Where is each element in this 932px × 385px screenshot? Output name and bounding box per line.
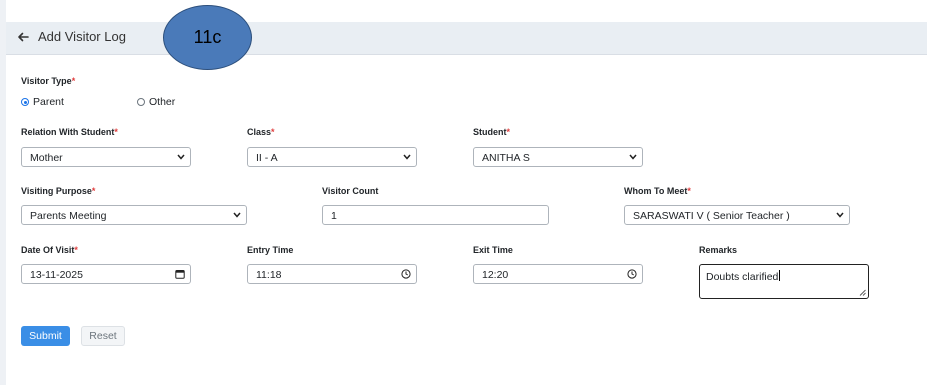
back-arrow-icon[interactable]: [15, 29, 31, 45]
chevron-down-icon: [403, 154, 411, 160]
radio-parent-button[interactable]: [21, 98, 29, 106]
class-select[interactable]: II - A: [247, 147, 417, 167]
whom-to-meet-select[interactable]: SARASWATI V ( Senior Teacher ): [624, 205, 850, 225]
resize-grip-icon[interactable]: [859, 289, 866, 296]
chevron-down-icon: [629, 154, 637, 160]
relation-select[interactable]: Mother: [21, 147, 191, 167]
submit-button[interactable]: Submit: [21, 326, 70, 346]
student-select[interactable]: ANITHA S: [473, 147, 643, 167]
visitor-type-label: Visitor Type*: [21, 76, 76, 86]
chevron-down-icon: [836, 212, 844, 218]
left-sidebar-edge: [0, 0, 6, 385]
chevron-down-icon: [177, 154, 185, 160]
date-label: Date Of Visit*: [21, 245, 78, 255]
chevron-down-icon: [233, 212, 241, 218]
relation-label: Relation With Student*: [21, 127, 118, 137]
exit-time-input[interactable]: 12:20: [473, 264, 643, 284]
exit-label: Exit Time: [473, 245, 513, 255]
meet-label: Whom To Meet*: [624, 186, 691, 196]
purpose-select[interactable]: Parents Meeting: [21, 205, 247, 225]
remarks-textarea[interactable]: Doubts clarified: [699, 264, 869, 299]
purpose-label: Visiting Purpose*: [21, 186, 96, 196]
page-header: Add Visitor Log: [6, 22, 927, 55]
entry-label: Entry Time: [247, 245, 294, 255]
count-label: Visitor Count: [322, 186, 379, 196]
student-label: Student*: [473, 127, 511, 137]
radio-other[interactable]: Other: [137, 96, 175, 108]
radio-parent-label: Parent: [33, 96, 64, 108]
remarks-label: Remarks: [699, 245, 738, 255]
clock-icon[interactable]: [401, 269, 411, 279]
annotation-label: 11c: [193, 27, 222, 47]
class-label: Class*: [247, 127, 275, 137]
calendar-icon[interactable]: [175, 269, 185, 279]
annotation-bubble: 11c: [163, 5, 252, 70]
text-caret: [779, 270, 781, 281]
visitor-count-input[interactable]: 1: [322, 205, 549, 225]
radio-other-button[interactable]: [137, 98, 145, 106]
entry-time-input[interactable]: 11:18: [247, 264, 417, 284]
page-title: Add Visitor Log: [38, 29, 126, 44]
clock-icon[interactable]: [627, 269, 637, 279]
date-of-visit-input[interactable]: 13-11-2025: [21, 264, 191, 284]
reset-button[interactable]: Reset: [81, 326, 125, 346]
radio-other-label: Other: [149, 96, 176, 108]
radio-parent[interactable]: Parent: [21, 96, 64, 108]
